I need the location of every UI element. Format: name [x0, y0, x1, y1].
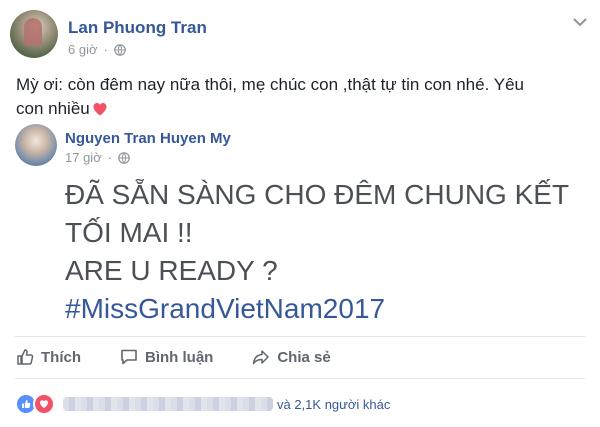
- shared-post: Nguyen Tran Huyen My 17 giờ · ĐÃ SẴN SÀN…: [15, 124, 590, 326]
- comment-icon: [121, 349, 137, 365]
- like-button[interactable]: Thích: [15, 347, 81, 367]
- post-meta: 6 giờ ·: [68, 42, 126, 57]
- shared-post-text: ĐÃ SẴN SÀNG CHO ĐÊM CHUNG KẾT TỐI MAI !!…: [65, 176, 585, 328]
- like-icon: [17, 349, 34, 365]
- post-time[interactable]: 6 giờ: [68, 42, 98, 57]
- reaction-count[interactable]: và 2,1K người khác: [277, 397, 390, 412]
- post-actions: Thích Bình luận Chia sẻ: [15, 340, 369, 374]
- comment-label: Bình luận: [145, 348, 214, 366]
- shared-line-3: ARE U READY ?: [65, 255, 278, 286]
- chevron-down-icon[interactable]: [572, 16, 588, 28]
- share-icon: [253, 350, 270, 365]
- post-text: Mỳ ơi: còn đêm nay nữa thôi, mẹ chúc con…: [16, 73, 556, 121]
- author-avatar[interactable]: [10, 10, 58, 58]
- shared-line-1: ĐÃ SẴN SÀNG CHO ĐÊM CHUNG KẾT: [65, 179, 570, 210]
- shared-post-time[interactable]: 17 giờ: [65, 150, 102, 165]
- divider: [15, 378, 585, 379]
- shared-line-2: TỐI MAI !!: [65, 217, 193, 248]
- like-label: Thích: [41, 348, 81, 366]
- share-label: Chia sẻ: [277, 348, 331, 366]
- post-author[interactable]: Lan Phuong Tran: [68, 18, 207, 38]
- globe-icon: [114, 43, 126, 56]
- reactions-bar[interactable]: và 2,1K người khác: [15, 392, 390, 416]
- globe-icon: [118, 151, 130, 164]
- divider: [15, 336, 585, 337]
- post-header: Lan Phuong Tran 6 giờ ·: [10, 10, 590, 62]
- shared-post-meta: 17 giờ ·: [65, 150, 130, 165]
- comment-button[interactable]: Bình luận: [119, 347, 213, 367]
- reaction-love-icon: [33, 393, 55, 415]
- shared-post-author[interactable]: Nguyen Tran Huyen My: [65, 130, 231, 147]
- share-button[interactable]: Chia sẻ: [251, 347, 331, 367]
- hashtag-link[interactable]: #MissGrandVietNam2017: [65, 290, 585, 328]
- heart-icon: [93, 103, 107, 116]
- reaction-names-redacted: [63, 397, 273, 411]
- shared-author-avatar[interactable]: [15, 124, 57, 166]
